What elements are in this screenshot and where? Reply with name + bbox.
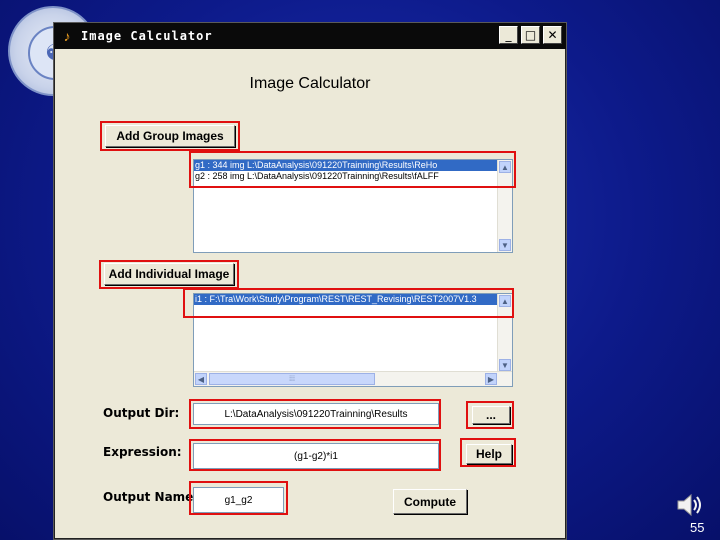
scroll-up-icon[interactable]: ▲ [499,295,511,307]
slide-page-number: 55 [690,520,705,535]
output-dir-label: Output Dir: [103,406,180,420]
list-item[interactable]: i1 : F:\Tra\Work\Study\Program\REST\REST… [194,294,512,305]
scroll-thumb[interactable]: ⁞⁞⁞ [209,373,375,385]
list-item[interactable]: g1 : 344 img L:\DataAnalysis\091220Train… [194,160,512,171]
matlab-icon: ♪ [63,28,71,44]
horizontal-scrollbar[interactable]: ◀ ⁞⁞⁞ ▶ [194,371,512,386]
scroll-down-icon[interactable]: ▼ [499,359,511,371]
add-individual-image-button[interactable]: Add Individual Image [104,263,234,285]
individual-images-list[interactable]: i1 : F:\Tra\Work\Study\Program\REST\REST… [193,293,513,387]
list-item[interactable]: g2 : 258 img L:\DataAnalysis\091220Train… [194,171,512,182]
help-button[interactable]: Help [466,444,512,464]
vertical-scrollbar[interactable]: ▲ ▼ [497,294,512,372]
scroll-up-icon[interactable]: ▲ [499,161,511,173]
scroll-down-icon[interactable]: ▼ [499,239,511,251]
expression-field[interactable]: (g1-g2)*i1 [193,443,439,469]
page-title: Image Calculator [249,75,371,92]
speaker-icon[interactable] [676,492,704,518]
vertical-scrollbar[interactable]: ▲ ▼ [497,160,512,252]
output-dir-field[interactable]: L:\DataAnalysis\091220Trainning\Results [193,403,439,425]
close-button[interactable]: ✕ [543,26,562,44]
output-name-label: Output Name: [103,490,199,504]
scroll-left-icon[interactable]: ◀ [195,373,207,385]
group-images-list[interactable]: g1 : 344 img L:\DataAnalysis\091220Train… [193,159,513,253]
maximize-button[interactable]: □ [521,26,540,44]
compute-button[interactable]: Compute [393,489,467,514]
output-name-field[interactable]: g1_g2 [193,487,284,513]
expression-label: Expression: [103,445,182,459]
minimize-button[interactable]: _ [499,26,518,44]
title-bar[interactable]: ♪ Image Calculator _ □ ✕ [54,23,566,49]
scroll-right-icon[interactable]: ▶ [485,373,497,385]
browse-button[interactable]: ... [472,406,510,424]
add-group-images-button[interactable]: Add Group Images [105,125,235,147]
image-calculator-window: ♪ Image Calculator _ □ ✕ Image Calculato… [53,22,567,540]
window-title: Image Calculator [81,29,213,43]
